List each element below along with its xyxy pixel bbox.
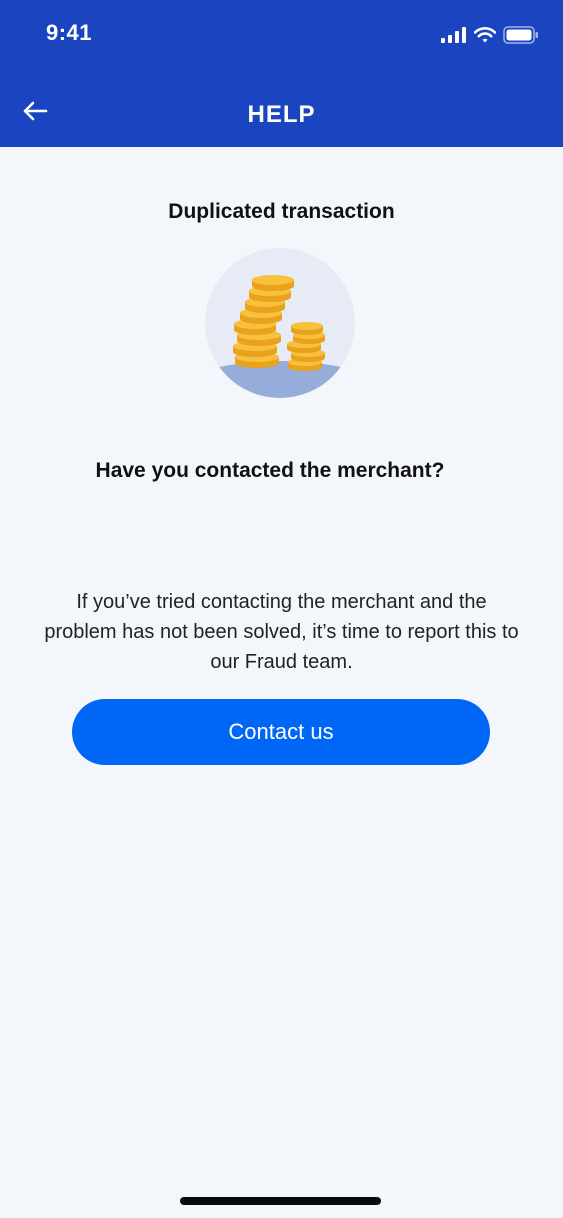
battery-icon (503, 26, 538, 44)
app-header: 9:41 HELP (0, 0, 563, 147)
wifi-icon (474, 27, 496, 43)
contact-us-button[interactable]: Contact us (72, 699, 490, 765)
status-time: 9:41 (46, 20, 93, 45)
fraud-report-description: If you’ve tried contacting the merchant … (44, 591, 519, 673)
home-indicator (180, 1197, 381, 1205)
signal-icon (441, 27, 466, 43)
page-title: HELP (247, 101, 316, 128)
status-icons (441, 24, 539, 46)
coins-stack-illustration (205, 248, 355, 398)
section-title: Duplicated transaction (168, 200, 395, 223)
merchant-question: Have you contacted the merchant? (95, 459, 445, 482)
